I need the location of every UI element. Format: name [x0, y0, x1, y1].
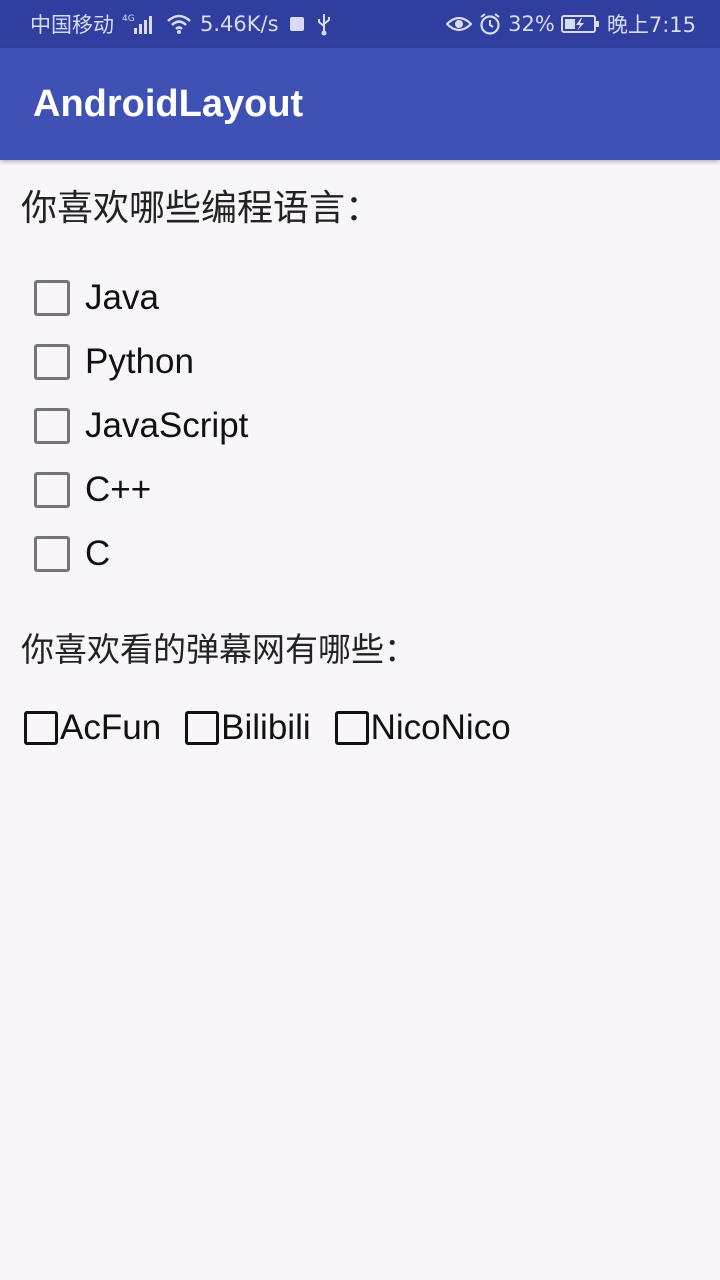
- checkbox-icon[interactable]: [34, 472, 70, 508]
- checkbox-label: C++: [85, 470, 152, 509]
- sites-question: 你喜欢看的弹幕网有哪些：: [21, 630, 417, 669]
- checkbox-label: Java: [85, 278, 159, 317]
- checkbox-c[interactable]: C: [34, 522, 634, 586]
- checkbox-label: AcFun: [60, 708, 162, 747]
- checkbox-niconico[interactable]: NicoNico: [334, 708, 511, 748]
- status-bar-right: 32% 晚上7:15: [446, 0, 696, 48]
- battery-icon: [560, 13, 601, 35]
- clock: 晚上7:15: [606, 13, 696, 37]
- wifi-icon: [166, 13, 192, 35]
- checkbox-icon[interactable]: [185, 711, 220, 745]
- checkbox-icon[interactable]: [24, 711, 58, 745]
- network-speed: 5.46K/s: [200, 12, 279, 36]
- checkbox-icon[interactable]: [34, 344, 70, 380]
- alarm-icon: [478, 12, 502, 36]
- checkbox-icon[interactable]: [334, 711, 369, 745]
- checkbox-javascript[interactable]: JavaScript: [34, 394, 634, 458]
- checkbox-label: JavaScript: [85, 406, 249, 445]
- languages-checkbox-group: Java Python JavaScript C++ C: [34, 266, 634, 586]
- checkbox-icon[interactable]: [34, 280, 70, 316]
- checkbox-bilibili[interactable]: Bilibili: [185, 708, 311, 748]
- checkbox-acfun[interactable]: AcFun: [24, 708, 161, 748]
- battery-percent: 32%: [508, 12, 555, 36]
- carrier-label: 中国移动: [30, 13, 114, 37]
- network-badge: 4G: [122, 14, 135, 24]
- status-bar: 中国移动 4G 5.46K/s 32% 晚上7:15: [0, 0, 720, 48]
- languages-question: 你喜欢哪些编程语言：: [21, 188, 382, 229]
- app-bar: AndroidLayout: [0, 48, 720, 160]
- eye-icon: [446, 14, 473, 34]
- sites-checkbox-group: AcFun Bilibili NicoNico: [24, 704, 535, 752]
- app-title: AndroidLayout: [33, 83, 304, 125]
- status-bar-left: 中国移动 4G 5.46K/s: [30, 0, 333, 48]
- checkbox-python[interactable]: Python: [34, 330, 634, 394]
- signal-icon: 4G: [122, 12, 158, 36]
- notification-square-icon: [287, 14, 307, 34]
- checkbox-label: Python: [85, 342, 194, 381]
- checkbox-java[interactable]: Java: [34, 266, 634, 330]
- checkbox-label: NicoNico: [370, 708, 511, 747]
- checkbox-label: C: [85, 534, 111, 573]
- checkbox-cpp[interactable]: C++: [34, 458, 634, 522]
- checkbox-icon[interactable]: [34, 536, 70, 572]
- usb-icon: [315, 12, 333, 36]
- checkbox-icon[interactable]: [34, 408, 70, 444]
- checkbox-label: Bilibili: [221, 708, 311, 747]
